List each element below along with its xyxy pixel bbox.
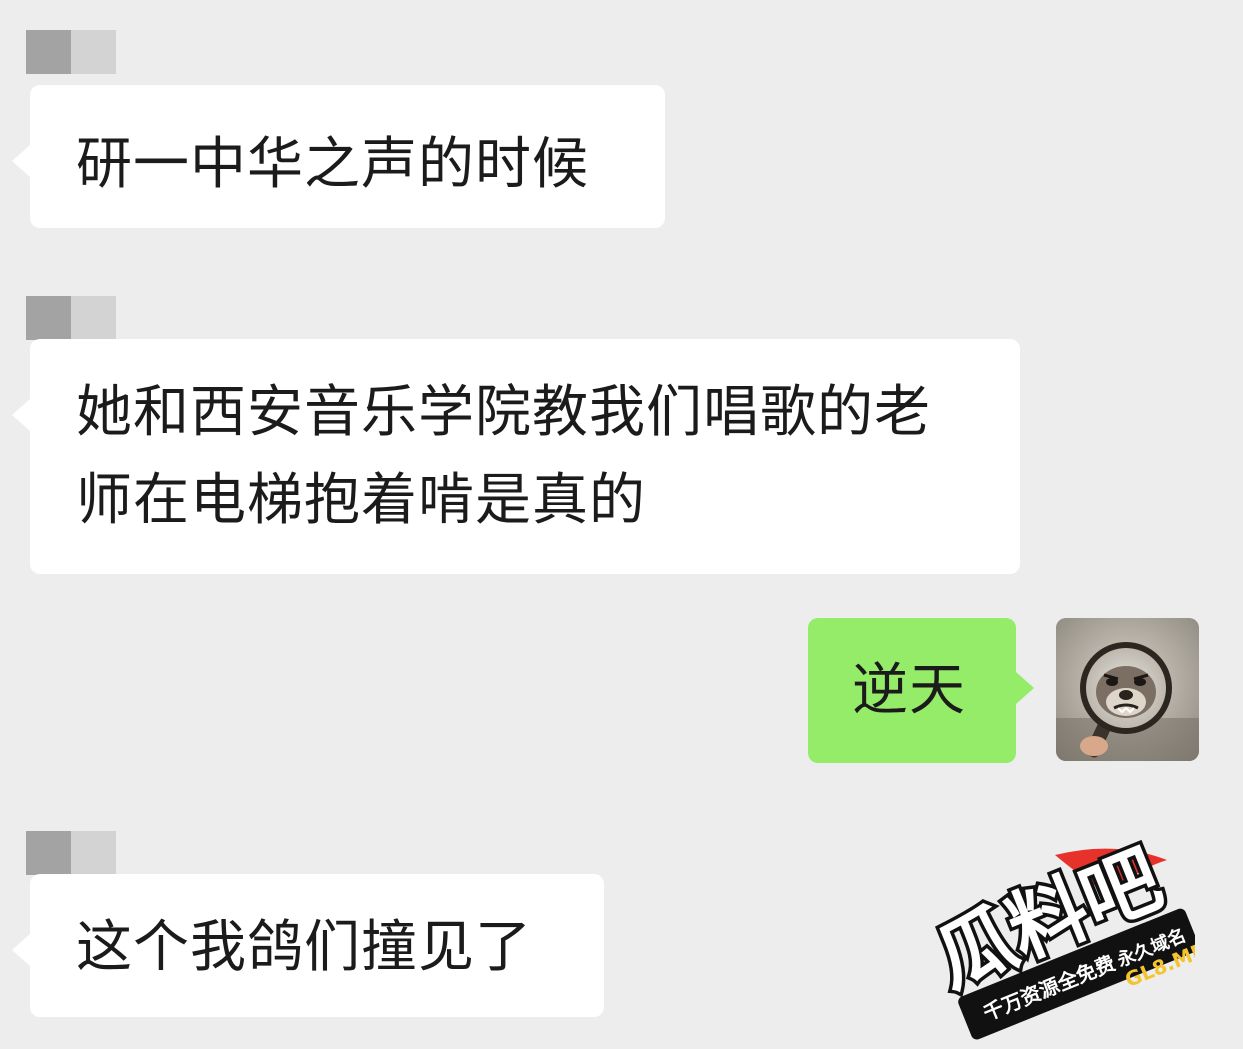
sender-avatar[interactable] (26, 831, 116, 875)
avatar-blur-block (71, 831, 116, 875)
message-bubble-received[interactable]: 这个我鸽们撞见了 (12, 874, 604, 1017)
avatar-blur-block (26, 831, 71, 875)
avatar-blur-block (26, 30, 71, 74)
sender-avatar[interactable] (26, 30, 116, 74)
sender-avatar[interactable] (26, 296, 116, 340)
watermark-logo: 千万资源全免费 永久域名 GL8.ME 瓜料吧 (905, 800, 1209, 1045)
message-text-line: 师在电梯抱着啃是真的 (76, 468, 646, 533)
brand-logo-icon: 千万资源全免费 永久域名 GL8.ME 瓜料吧 (920, 831, 1209, 1040)
avatar-blur-block (71, 296, 116, 340)
avatar-blur-block (71, 30, 116, 74)
avatar-blur-block (26, 296, 71, 340)
message-bubble-received[interactable]: 研一中华之声的时候 (12, 85, 665, 228)
message-text-line: 她和西安音乐学院教我们唱歌的老 (76, 380, 931, 445)
message-text: 研一中华之声的时候 (76, 132, 589, 197)
message-bubble-received[interactable]: 她和西安音乐学院教我们唱歌的老 师在电梯抱着啃是真的 (12, 339, 1020, 574)
message-bubble-sent[interactable]: 逆天 (808, 618, 1034, 763)
otter-sticker-icon (1056, 618, 1199, 761)
message-text: 逆天 (852, 658, 966, 723)
message-text: 这个我鸽们撞见了 (76, 915, 532, 980)
self-avatar[interactable] (1056, 618, 1199, 761)
